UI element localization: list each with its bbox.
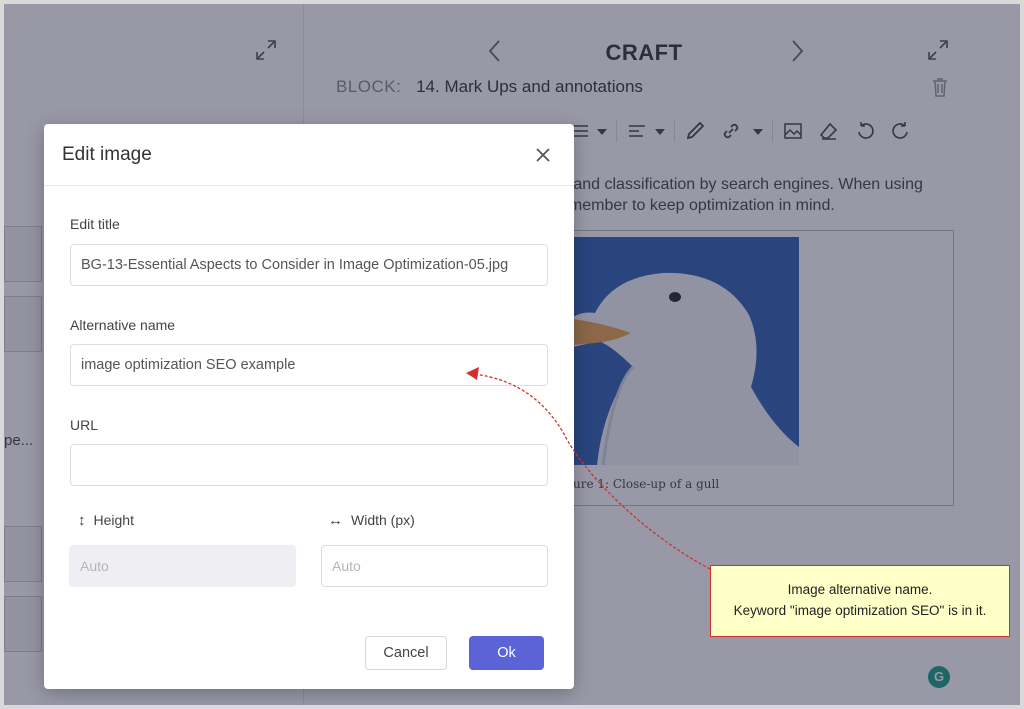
height-label-text: Height	[93, 512, 134, 528]
width-input[interactable]	[321, 545, 548, 587]
annotation-line: Keyword "image optimization SEO" is in i…	[733, 603, 987, 618]
width-label: ↔ Width (px)	[328, 512, 415, 529]
cancel-button[interactable]: Cancel	[365, 636, 447, 670]
url-input[interactable]	[70, 444, 548, 486]
edit-title-label: Edit title	[70, 216, 120, 232]
vertical-resize-icon: ↕	[78, 512, 86, 529]
width-label-text: Width (px)	[351, 512, 415, 528]
close-icon[interactable]	[532, 144, 554, 166]
height-input	[69, 545, 296, 587]
dialog-header: Edit image	[44, 124, 574, 186]
ok-button[interactable]: Ok	[469, 636, 544, 670]
edit-title-input[interactable]	[70, 244, 548, 286]
dialog-title: Edit image	[62, 144, 152, 165]
edit-image-dialog: Edit image Edit title Alternative name U…	[44, 124, 574, 689]
annotation-line: Image alternative name.	[787, 582, 933, 597]
annotation-callout: Image alternative name. Keyword "image o…	[710, 565, 1010, 637]
screenshot-frame: pe... CRAFT BLOCK: 14. Mark Ups and anno…	[0, 0, 1024, 709]
alternative-name-label: Alternative name	[70, 317, 176, 333]
alternative-name-input[interactable]	[70, 344, 548, 386]
horizontal-resize-icon: ↔	[328, 512, 343, 529]
height-label: ↕ Height	[78, 512, 134, 529]
url-label: URL	[70, 417, 99, 433]
